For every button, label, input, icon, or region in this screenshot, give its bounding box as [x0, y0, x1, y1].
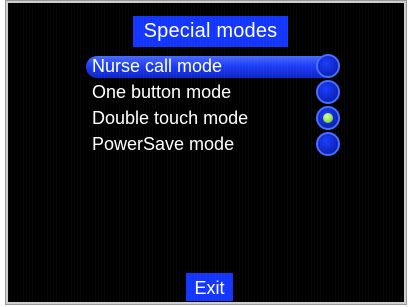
- radio-button-double-touch-mode[interactable]: [316, 106, 340, 130]
- menu-item-double-touch-mode[interactable]: Double touch mode: [82, 105, 352, 131]
- radio-button-powersave-mode[interactable]: [316, 132, 340, 156]
- menu-item-label: PowerSave mode: [92, 134, 235, 154]
- display-screen: Special modes Nurse call mode One button…: [8, 3, 404, 302]
- special-modes-menu: Nurse call mode One button mode Double t…: [82, 53, 352, 157]
- menu-item-label: Double touch mode: [92, 108, 249, 128]
- menu-item-label: Nurse call mode: [92, 56, 223, 76]
- menu-item-nurse-call-mode[interactable]: Nurse call mode: [82, 53, 352, 79]
- screen-title: Special modes: [133, 16, 288, 47]
- radio-selected-dot: [323, 113, 333, 123]
- radio-button-one-button-mode[interactable]: [316, 80, 340, 104]
- menu-item-label: One button mode: [92, 82, 232, 102]
- menu-item-one-button-mode[interactable]: One button mode: [82, 79, 352, 105]
- exit-button[interactable]: Exit: [186, 273, 233, 301]
- radio-button-nurse-call-mode[interactable]: [316, 54, 340, 78]
- device-bezel: Special modes Nurse call mode One button…: [0, 0, 413, 307]
- menu-item-powersave-mode[interactable]: PowerSave mode: [82, 131, 352, 157]
